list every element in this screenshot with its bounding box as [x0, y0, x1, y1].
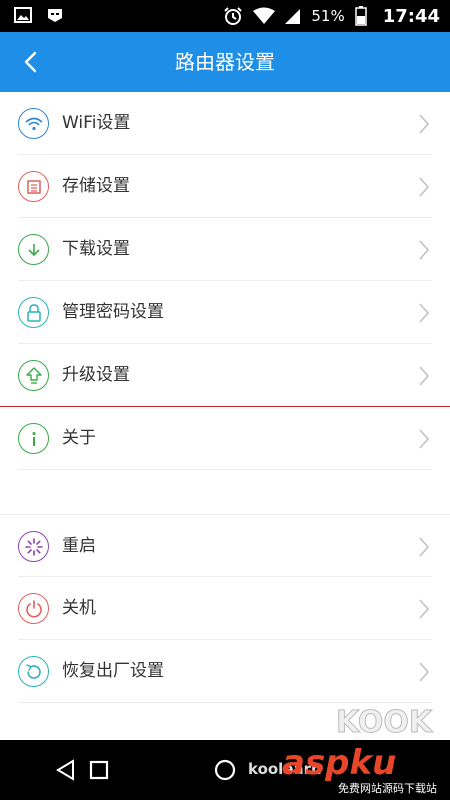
app-notification-icon — [48, 9, 62, 22]
settings-item-storage[interactable]: 存储设置 — [0, 155, 450, 218]
lock-icon — [18, 297, 49, 328]
cell-signal-icon — [285, 9, 301, 24]
settings-item-label: WiFi设置 — [62, 113, 131, 133]
home-circle-icon — [214, 759, 236, 781]
settings-list: WiFi设置 存储设置 下载设置 管理密码设置 升级设置 关于 重启 关机 恢复… — [0, 92, 450, 703]
system-status: 51% 17:44 — [223, 0, 440, 32]
watermark-subtitle: 免费网站源码下载站 — [338, 782, 437, 795]
restart-icon — [18, 531, 49, 562]
chevron-right-icon — [419, 429, 430, 449]
info-icon — [18, 423, 49, 454]
settings-item-wifi[interactable]: WiFi设置 — [0, 92, 450, 155]
settings-item-upgrade[interactable]: 升级设置 — [0, 344, 450, 407]
settings-item-label: 恢复出厂设置 — [62, 661, 164, 681]
battery-percent: 51% — [311, 7, 345, 25]
wifi-icon — [18, 108, 49, 139]
settings-item-factory-reset[interactable]: 恢复出厂设置 — [0, 640, 450, 703]
status-bar: 51% 17:44 — [0, 0, 450, 32]
clock: 17:44 — [382, 5, 440, 27]
settings-item-label: 升级设置 — [62, 365, 130, 385]
storage-icon — [18, 171, 49, 202]
watermark-aspku: aspku — [282, 743, 397, 783]
settings-item-about[interactable]: 关于 — [0, 407, 450, 470]
notification-icons — [14, 7, 64, 23]
power-icon — [18, 593, 49, 624]
settings-item-label: 管理密码设置 — [62, 302, 164, 322]
divider — [18, 469, 432, 470]
chevron-right-icon — [419, 366, 430, 386]
settings-item-shutdown[interactable]: 关机 — [0, 577, 450, 640]
settings-item-label: 关机 — [62, 598, 96, 618]
image-notification-icon — [14, 7, 32, 23]
upgrade-icon — [18, 360, 49, 391]
download-icon — [18, 234, 49, 265]
settings-item-label: 存储设置 — [62, 176, 130, 196]
chevron-right-icon — [419, 662, 430, 682]
chevron-right-icon — [419, 114, 430, 134]
settings-item-label: 关于 — [62, 428, 96, 448]
battery-icon — [354, 6, 367, 26]
wifi-signal-icon — [253, 7, 276, 24]
chevron-right-icon — [419, 303, 430, 323]
app-bar: 路由器设置 — [0, 32, 450, 92]
factory-reset-icon — [18, 656, 49, 687]
chevron-right-icon — [419, 537, 430, 557]
settings-item-admin-password[interactable]: 管理密码设置 — [0, 281, 450, 344]
chevron-right-icon — [419, 599, 430, 619]
page-title: 路由器设置 — [175, 50, 275, 74]
divider — [18, 702, 432, 703]
settings-item-restart[interactable]: 重启 — [0, 514, 450, 577]
settings-item-download[interactable]: 下载设置 — [0, 218, 450, 281]
watermark-kook: KOOK — [335, 705, 433, 741]
settings-item-label: 下载设置 — [62, 239, 130, 259]
chevron-right-icon — [419, 177, 430, 197]
alarm-icon — [224, 7, 243, 25]
settings-item-label: 重启 — [62, 536, 96, 556]
recents-nav-button[interactable] — [64, 740, 134, 800]
chevron-right-icon — [419, 240, 430, 260]
recents-square-icon — [89, 760, 109, 780]
